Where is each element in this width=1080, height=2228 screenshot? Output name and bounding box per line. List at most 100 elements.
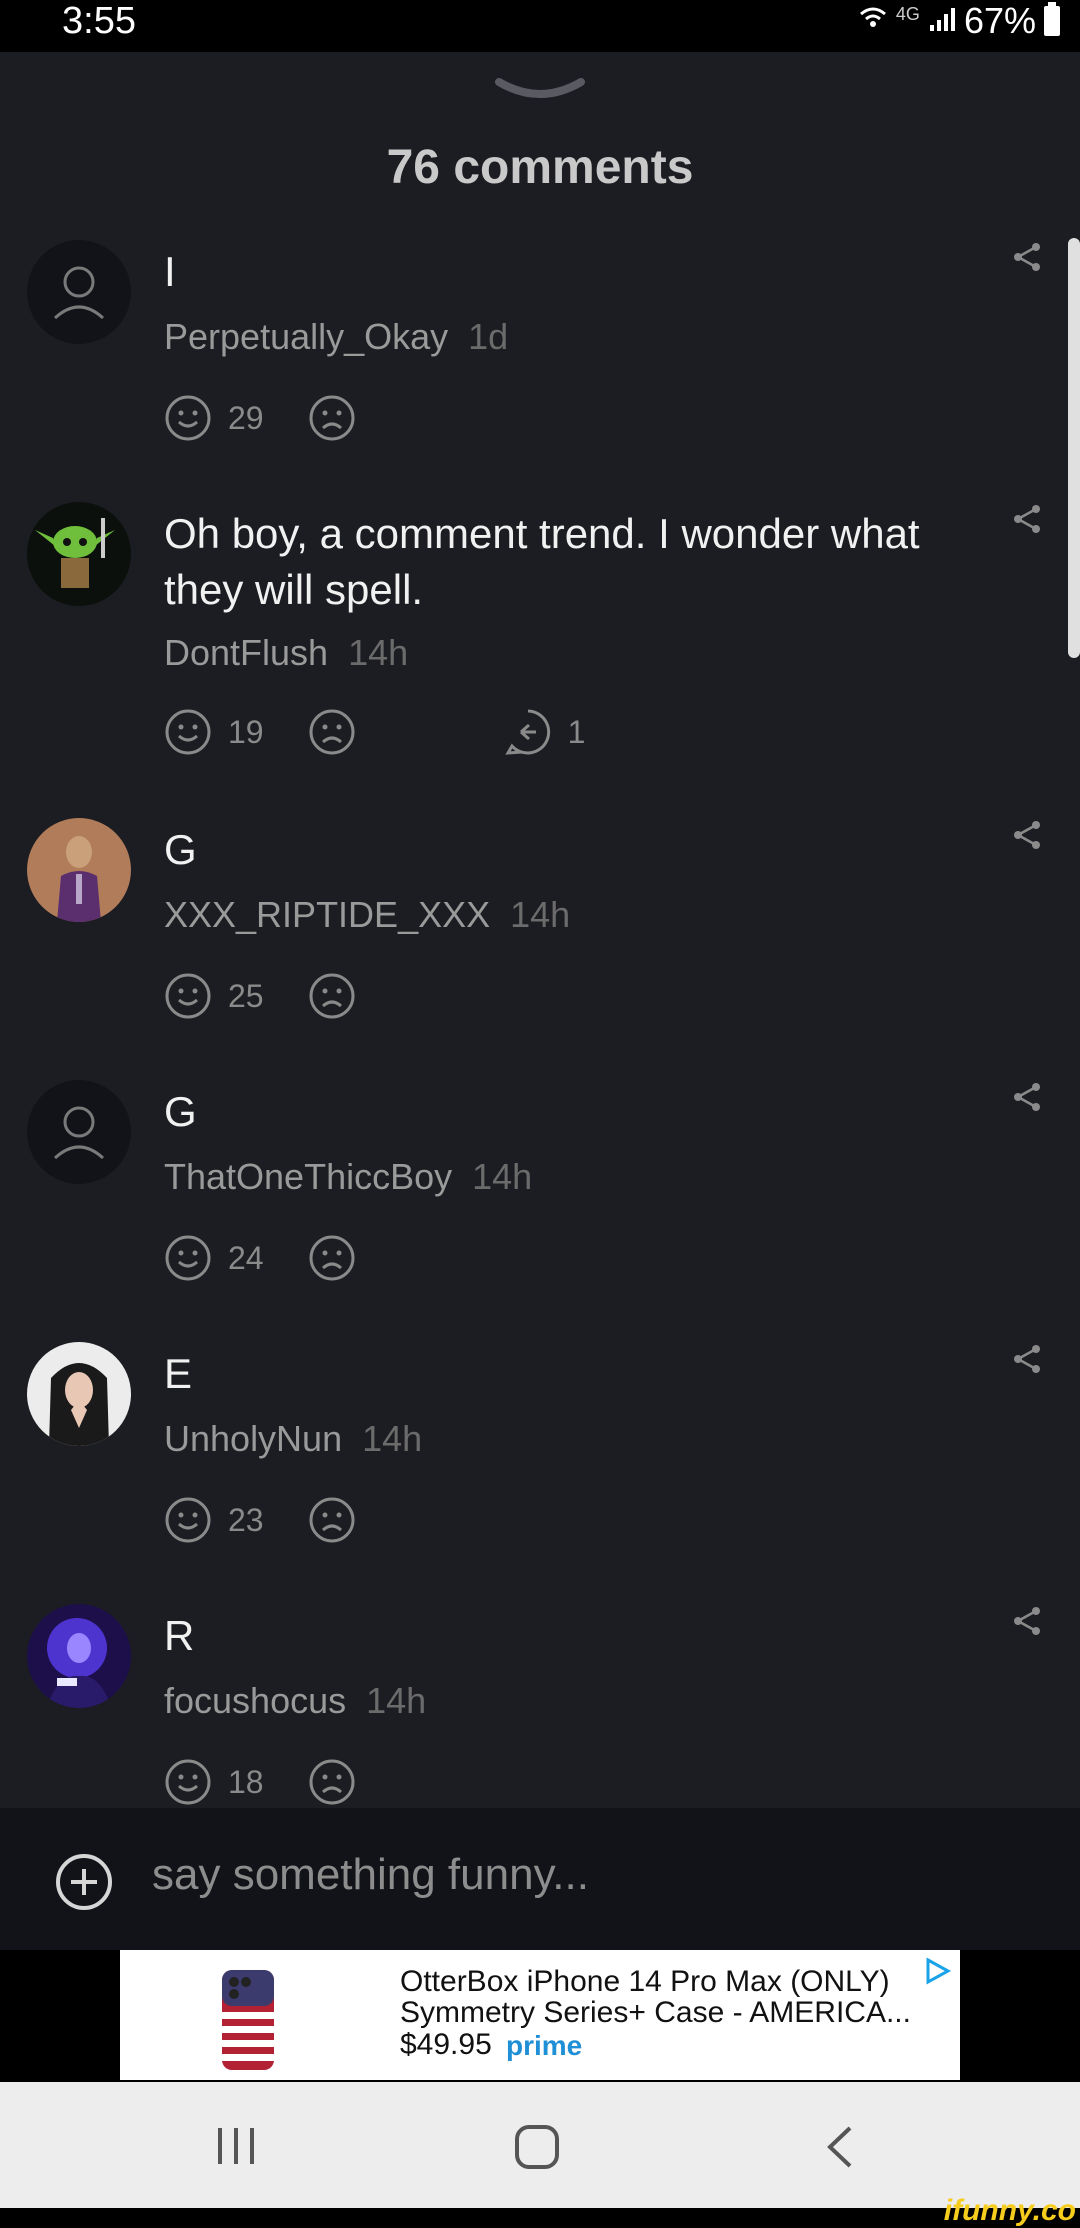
phone-case-image — [220, 1968, 276, 2077]
comment-username[interactable]: UnholyNun — [164, 1418, 342, 1459]
share-icon[interactable] — [1010, 818, 1044, 857]
comment-text: G — [164, 1088, 197, 1135]
unsmile-button[interactable] — [308, 708, 356, 756]
avatar[interactable] — [27, 1080, 131, 1184]
comment-meta: DontFlush 14h — [164, 632, 408, 674]
comments-count-title: 76 comments — [386, 141, 694, 194]
smile-count: 25 — [228, 977, 264, 1014]
smile-icon — [165, 973, 211, 1019]
comment-actions: 18 — [164, 1758, 356, 1806]
comment-username[interactable]: Perpetually_Okay — [164, 316, 448, 357]
unsmile-button[interactable] — [308, 972, 356, 1020]
battery-icon — [1044, 2, 1060, 36]
smile-count: 18 — [228, 1763, 264, 1800]
home-icon[interactable] — [514, 2124, 560, 2175]
comment-text: I — [164, 248, 176, 295]
smile-button[interactable]: 18 — [164, 1758, 264, 1806]
comments-sheet: 76 comments I Perpetually_Okay 1d 29 Oh b… — [0, 52, 1080, 1808]
scrollbar[interactable] — [1068, 238, 1080, 658]
share-icon[interactable] — [1010, 1342, 1044, 1381]
comment-input[interactable]: say something funny... — [152, 1850, 589, 1900]
comment-time: 14h — [510, 894, 571, 935]
comment-text: R — [164, 1612, 195, 1659]
ad-title: OtterBox iPhone 14 Pro Max (ONLY) Symmet… — [400, 1965, 911, 2029]
reply-button[interactable]: 1 — [504, 708, 586, 756]
system-nav-bar — [0, 2082, 1080, 2208]
signal-icon — [928, 0, 956, 42]
ad-banner[interactable]: OtterBox iPhone 14 Pro Max (ONLY) Symmet… — [120, 1950, 960, 2080]
share-icon[interactable] — [1010, 502, 1044, 541]
smile-button[interactable]: 29 — [164, 394, 264, 442]
unsmile-icon — [309, 395, 355, 441]
avatar-image — [27, 1342, 131, 1446]
smile-button[interactable]: 19 — [164, 708, 264, 756]
comment-time: 14h — [362, 1418, 423, 1459]
comment-actions: 24 — [164, 1234, 356, 1282]
comment-actions: 23 — [164, 1496, 356, 1544]
comment-time: 14h — [348, 632, 409, 673]
comment-input-bar: say something funny... — [0, 1808, 1080, 1950]
comment-text: E — [164, 1350, 193, 1397]
comment-username[interactable]: XXX_RIPTIDE_XXX — [164, 894, 490, 935]
unsmile-button[interactable] — [308, 1758, 356, 1806]
network-type: 4G — [895, 3, 920, 24]
comment-username[interactable]: DontFlush — [164, 632, 328, 673]
comment-meta: XXX_RIPTIDE_XXX 14h — [164, 894, 570, 936]
comment-username[interactable]: focushocus — [164, 1680, 346, 1721]
smile-button[interactable]: 23 — [164, 1496, 264, 1544]
reply-count: 1 — [567, 713, 586, 750]
unsmile-button[interactable] — [308, 1496, 356, 1544]
watermark-strip — [0, 2208, 1080, 2228]
share-icon[interactable] — [1010, 1080, 1044, 1119]
ad-prime-label: prime — [506, 2030, 583, 2061]
comment-text: Oh boy, a comment trend. I wonder what t… — [164, 510, 920, 613]
smile-button[interactable]: 25 — [164, 972, 264, 1020]
comment-actions: 25 — [164, 972, 356, 1020]
smile-count: 19 — [228, 713, 264, 750]
comment-time: 14h — [472, 1156, 533, 1197]
collapse-chevron-icon[interactable] — [495, 76, 585, 111]
recent-apps-icon[interactable] — [214, 2124, 258, 2173]
comment-meta: UnholyNun 14h — [164, 1418, 422, 1460]
comment-text: G — [164, 826, 197, 873]
default-user-icon — [53, 266, 105, 320]
comment-meta: Perpetually_Okay 1d — [164, 316, 508, 358]
smile-count: 29 — [228, 399, 264, 436]
unsmile-icon — [309, 1759, 355, 1805]
comment-username[interactable]: ThatOneThiccBoy — [164, 1156, 452, 1197]
unsmile-icon — [309, 1235, 355, 1281]
back-icon[interactable] — [824, 2124, 856, 2175]
share-icon[interactable] — [1010, 240, 1044, 279]
smile-icon — [165, 395, 211, 441]
battery-percent: 67% — [963, 0, 1036, 41]
ad-bar: OtterBox iPhone 14 Pro Max (ONLY) Symmet… — [0, 1950, 1080, 2082]
avatar-image — [27, 1604, 131, 1708]
add-attachment-icon[interactable] — [54, 1852, 114, 1917]
reply-icon — [504, 709, 550, 755]
unsmile-button[interactable] — [308, 1234, 356, 1282]
smile-icon — [165, 1497, 211, 1543]
smile-count: 23 — [228, 1501, 264, 1538]
ad-price: $49.95 — [400, 2028, 492, 2061]
comment-actions: 29 — [164, 394, 356, 442]
avatar[interactable] — [27, 502, 131, 606]
unsmile-button[interactable] — [308, 394, 356, 442]
avatar[interactable] — [27, 240, 131, 344]
status-bar: 3:55 4G 67% — [0, 0, 1080, 50]
smile-icon — [165, 1759, 211, 1805]
avatar[interactable] — [27, 1342, 131, 1446]
avatar[interactable] — [27, 818, 131, 922]
smile-count: 24 — [228, 1239, 264, 1276]
comment-time: 14h — [366, 1680, 427, 1721]
wifi-icon — [858, 0, 888, 42]
avatar[interactable] — [27, 1604, 131, 1708]
smile-icon — [165, 709, 211, 755]
share-icon[interactable] — [1010, 1604, 1044, 1643]
ad-choices-icon[interactable] — [922, 1956, 952, 1991]
unsmile-icon — [309, 973, 355, 1019]
comment-meta: ThatOneThiccBoy 14h — [164, 1156, 532, 1198]
avatar-image — [27, 818, 131, 922]
smile-button[interactable]: 24 — [164, 1234, 264, 1282]
smile-icon — [165, 1235, 211, 1281]
comment-time: 1d — [468, 316, 509, 357]
